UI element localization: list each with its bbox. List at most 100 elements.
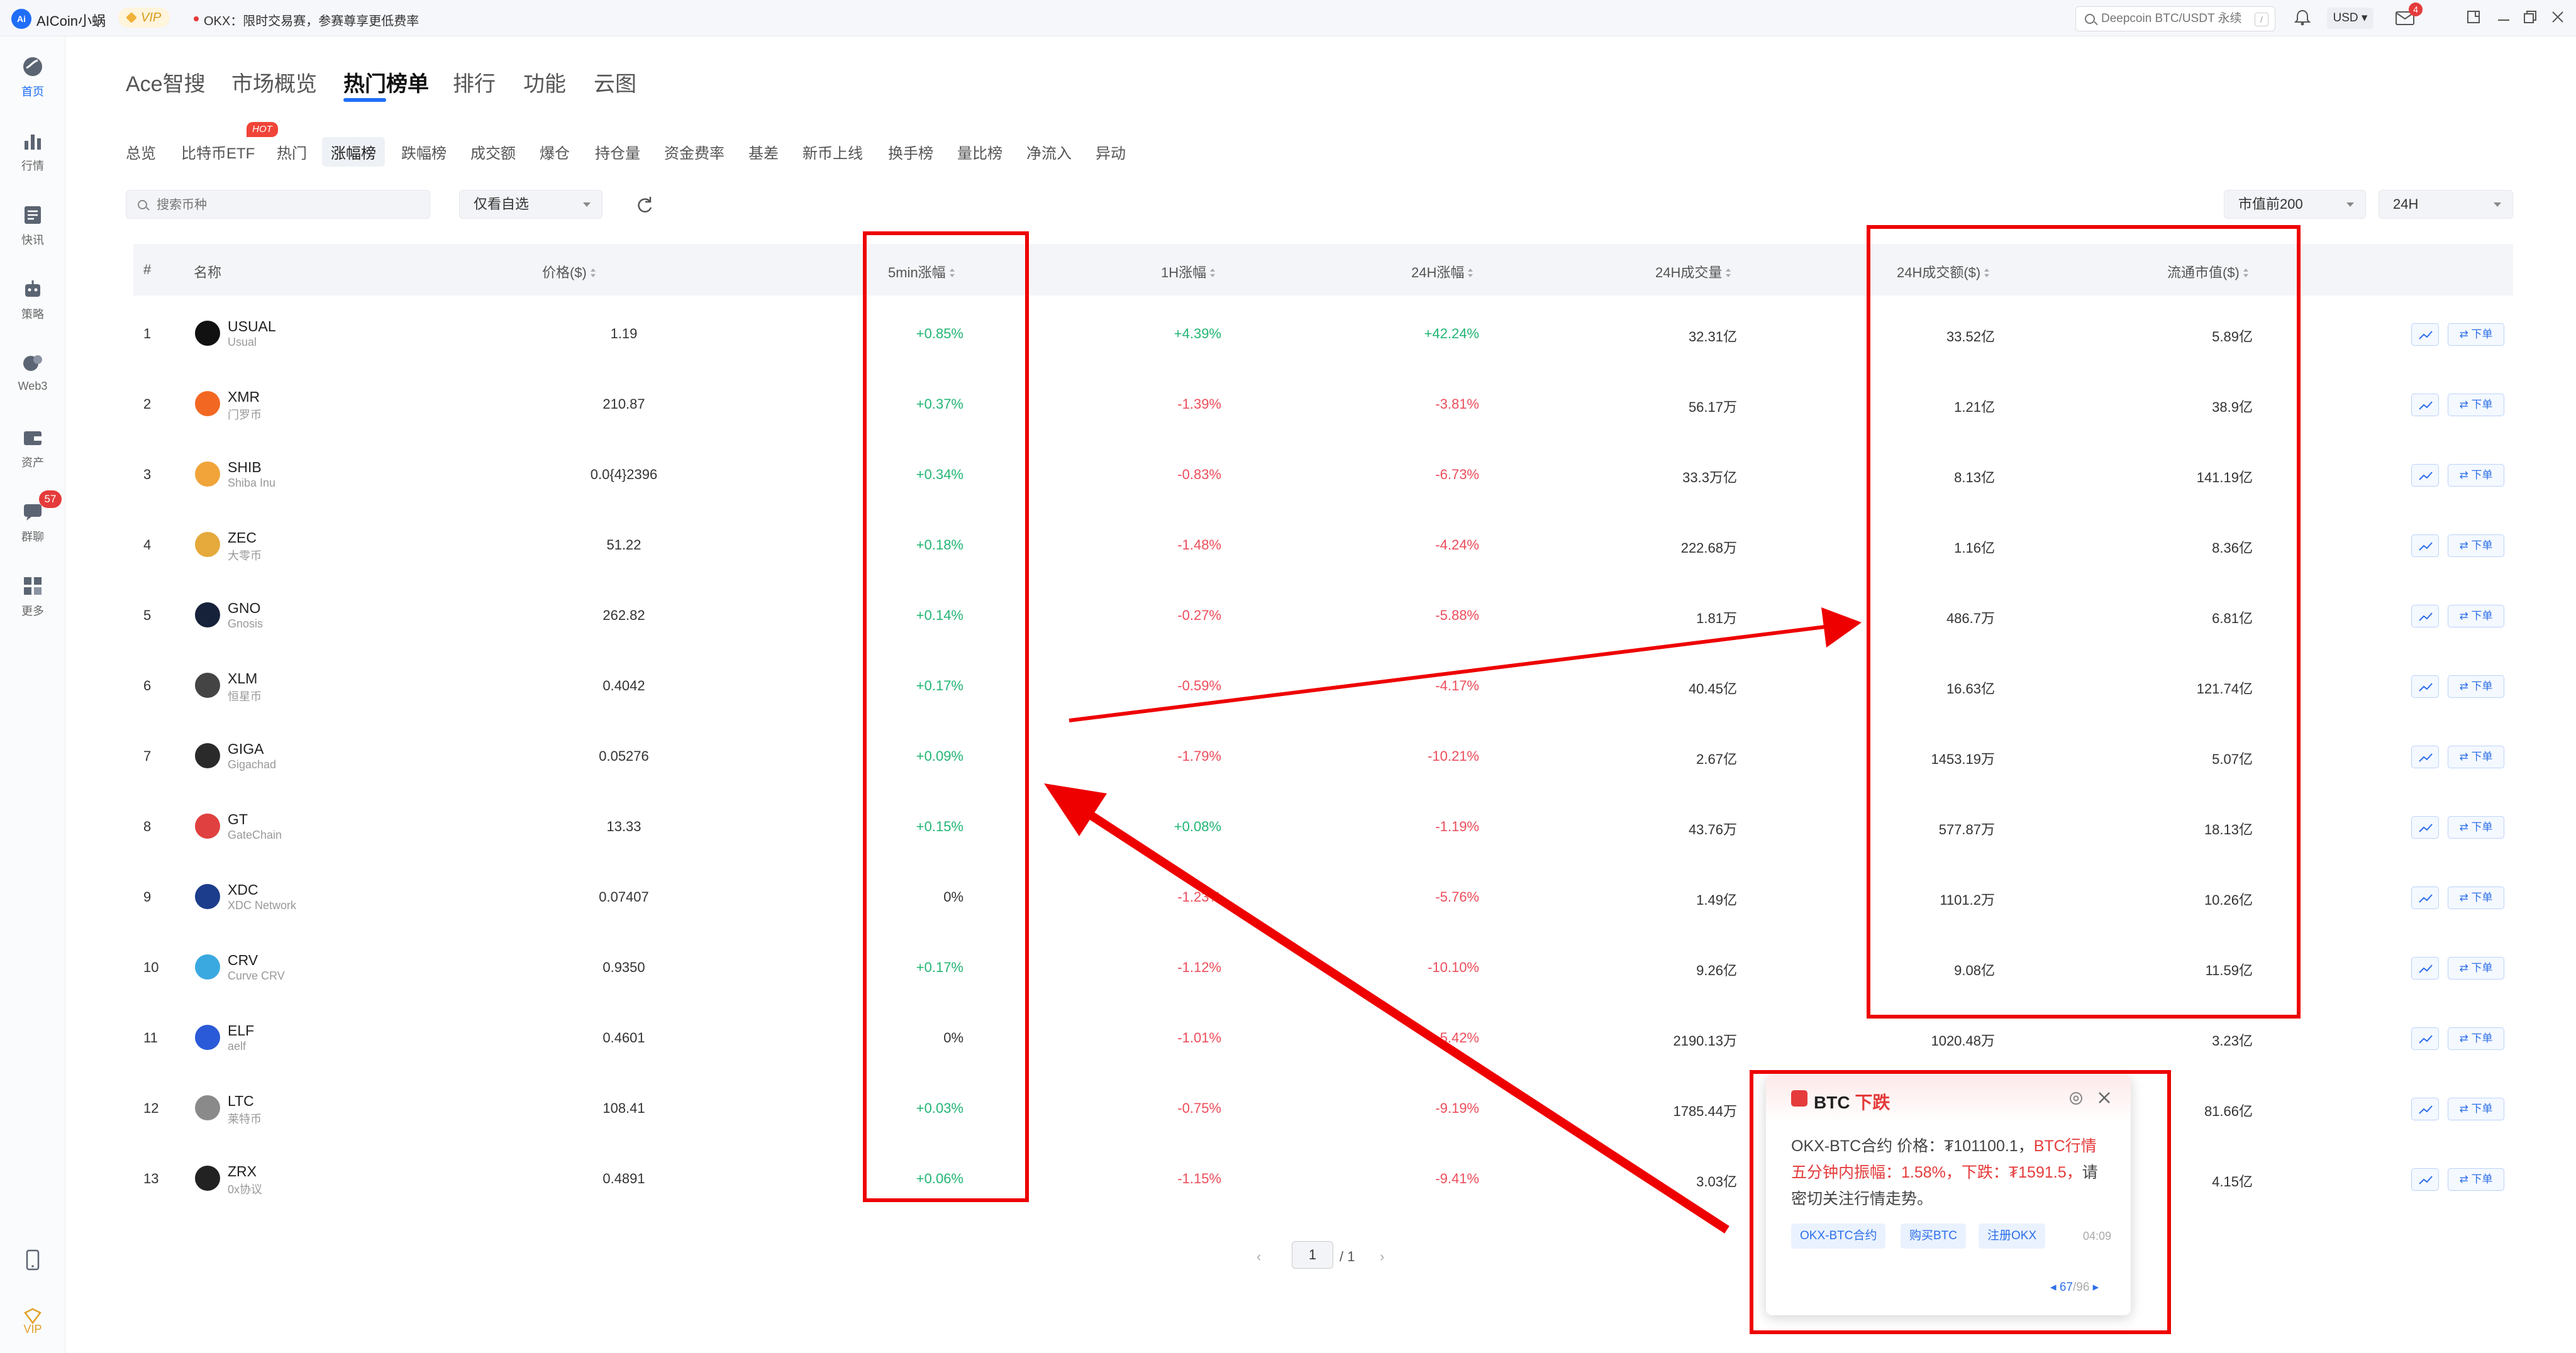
tab-features[interactable]: 功能	[523, 67, 566, 97]
coin-search[interactable]	[126, 190, 430, 219]
tab-ace-search[interactable]: Ace智搜	[126, 67, 206, 97]
subtab-turnover-rate[interactable]: 换手榜	[888, 141, 933, 163]
coin-symbol[interactable]: ELF	[228, 1022, 254, 1039]
coin-symbol[interactable]: LTC	[228, 1093, 254, 1110]
order-button[interactable]: ⇄ 下单	[2448, 1168, 2504, 1191]
col-1h-change[interactable]: 1H涨幅	[1161, 262, 1216, 282]
rank-range-select[interactable]: 市值前200	[2224, 190, 2366, 219]
coin-symbol[interactable]: USUAL	[228, 318, 276, 335]
subtab-basis[interactable]: 基差	[748, 141, 779, 163]
chart-button[interactable]	[2411, 1027, 2439, 1050]
col-price[interactable]: 价格($)	[542, 262, 596, 282]
subtab-open-interest[interactable]: 持仓量	[595, 141, 640, 163]
pager-current-page[interactable]: 1	[1292, 1241, 1333, 1269]
global-search[interactable]: /	[2075, 6, 2275, 31]
global-search-input[interactable]	[2101, 11, 2246, 27]
order-button[interactable]: ⇄ 下单	[2448, 464, 2504, 487]
chart-button[interactable]	[2411, 746, 2439, 768]
subtab-btc-etf[interactable]: 比特币ETF	[181, 141, 255, 163]
rail-item-web3[interactable]: Web3	[0, 342, 65, 405]
chart-button[interactable]	[2411, 464, 2439, 487]
coin-icon	[195, 743, 220, 768]
order-button[interactable]: ⇄ 下单	[2448, 323, 2504, 346]
pager-prev-button[interactable]: ‹	[1257, 1249, 1261, 1265]
subtab-volume-ratio[interactable]: 量比榜	[957, 141, 1002, 163]
order-button[interactable]: ⇄ 下单	[2448, 605, 2504, 627]
order-button[interactable]: ⇄ 下单	[2448, 957, 2504, 980]
tab-hot-lists[interactable]: 热门榜单	[343, 67, 429, 97]
watchlist-filter-select[interactable]: 仅看自选	[459, 190, 602, 219]
order-button[interactable]: ⇄ 下单	[2448, 886, 2504, 909]
price-cell: 0.9350	[602, 959, 645, 975]
rail-item-assets[interactable]: 资产	[0, 416, 65, 479]
coin-symbol[interactable]: SHIB	[228, 459, 262, 476]
col-24h-change[interactable]: 24H涨幅	[1411, 262, 1474, 282]
col-24h-volume[interactable]: 24H成交量	[1655, 262, 1731, 282]
rail-item-home[interactable]: 首页	[0, 45, 65, 108]
chart-button[interactable]	[2411, 1168, 2439, 1191]
tab-ranking[interactable]: 排行	[453, 67, 496, 97]
tab-market-overview[interactable]: 市场概览	[231, 67, 317, 97]
coin-symbol[interactable]: CRV	[228, 952, 258, 969]
volume-cell: 56.17万	[1688, 399, 1737, 415]
notice-banner[interactable]: OKX：限时交易赛，参赛尊享更低费率	[204, 11, 419, 29]
subtab-hot[interactable]: 热门	[277, 141, 307, 163]
rail-item-market[interactable]: 行情	[0, 119, 65, 182]
coin-symbol[interactable]: ZEC	[228, 529, 257, 546]
subtab-overview[interactable]: 总览	[126, 141, 156, 163]
vip-badge[interactable]: VIP	[118, 8, 170, 28]
minimize-icon[interactable]	[2494, 8, 2513, 26]
currency-select[interactable]: USD ▾	[2327, 8, 2373, 29]
rail-item-vip[interactable]: VIP	[0, 1295, 65, 1353]
rank-cell: 13	[143, 1171, 159, 1186]
rail-item-strategy[interactable]: 策略	[0, 268, 65, 331]
close-window-icon[interactable]	[2548, 8, 2567, 26]
order-button[interactable]: ⇄ 下单	[2448, 746, 2504, 768]
rail-item-mobile[interactable]	[0, 1239, 65, 1301]
chart-button[interactable]	[2411, 957, 2439, 980]
order-button[interactable]: ⇄ 下单	[2448, 675, 2504, 698]
subtab-liquidations[interactable]: 爆仓	[540, 141, 570, 163]
pin-window-icon[interactable]	[2464, 8, 2483, 26]
refresh-icon[interactable]	[631, 192, 657, 218]
chart-button[interactable]	[2411, 886, 2439, 909]
coin-symbol[interactable]: GT	[228, 811, 248, 828]
subtab-turnover[interactable]: 成交额	[470, 141, 516, 163]
col-volume-label: 24H成交量	[1655, 265, 1723, 280]
volume-cell: 9.26亿	[1696, 963, 1737, 978]
pager-next-button[interactable]: ›	[1380, 1249, 1384, 1265]
chart-button[interactable]	[2411, 394, 2439, 416]
order-button[interactable]: ⇄ 下单	[2448, 1098, 2504, 1120]
subtab-new-listings[interactable]: 新币上线	[802, 141, 863, 163]
subtab-losers[interactable]: 跌幅榜	[401, 141, 447, 163]
order-button[interactable]: ⇄ 下单	[2448, 534, 2504, 557]
coin-symbol[interactable]: GNO	[228, 600, 260, 617]
subtab-abnormal[interactable]: 异动	[1096, 141, 1126, 163]
period-select[interactable]: 24H	[2379, 190, 2513, 219]
order-button[interactable]: ⇄ 下单	[2448, 394, 2504, 416]
coin-symbol[interactable]: GIGA	[228, 741, 264, 758]
chart-button[interactable]	[2411, 605, 2439, 627]
coin-search-input[interactable]	[157, 196, 408, 214]
coin-symbol[interactable]: XMR	[228, 389, 260, 406]
order-button[interactable]: ⇄ 下单	[2448, 1027, 2504, 1050]
chart-button[interactable]	[2411, 323, 2439, 346]
order-button[interactable]: ⇄ 下单	[2448, 816, 2504, 839]
coin-symbol[interactable]: ZRX	[228, 1163, 257, 1180]
chart-button[interactable]	[2411, 816, 2439, 839]
restore-icon[interactable]	[2521, 8, 2540, 26]
bell-icon[interactable]	[2294, 9, 2311, 26]
chart-button[interactable]	[2411, 534, 2439, 557]
rail-item-more[interactable]: 更多	[0, 565, 65, 627]
tab-cloud-map[interactable]: 云图	[594, 67, 636, 97]
subtab-funding-rate[interactable]: 资金费率	[664, 141, 724, 163]
subtab-gainers[interactable]: 涨幅榜	[322, 137, 385, 167]
rail-item-news[interactable]: 快讯	[0, 194, 65, 257]
chart-button[interactable]	[2411, 675, 2439, 698]
change-1h-cell: -1.23%	[1177, 889, 1221, 905]
subtab-net-inflow[interactable]: 净流入	[1026, 141, 1072, 163]
chart-button[interactable]	[2411, 1098, 2439, 1120]
line-chart-icon	[2419, 964, 2433, 973]
coin-symbol[interactable]: XLM	[228, 670, 257, 687]
coin-symbol[interactable]: XDC	[228, 881, 258, 898]
